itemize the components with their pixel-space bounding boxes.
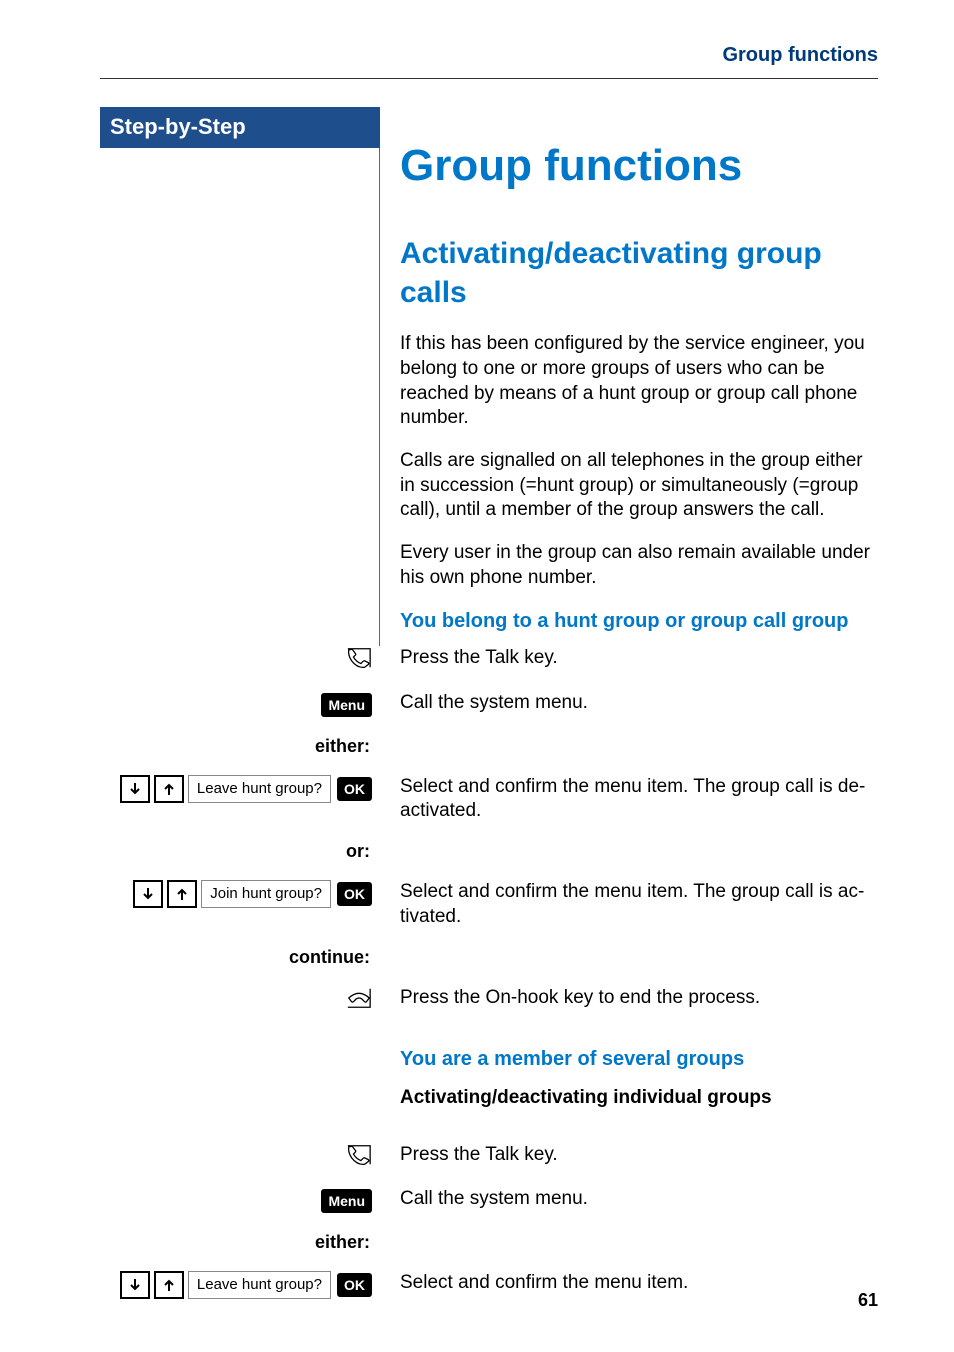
scroll-down-icon (133, 880, 163, 908)
branch-either-label: either: (315, 735, 372, 758)
running-header: Group functions (100, 42, 878, 68)
scroll-up-icon (167, 880, 197, 908)
menu-key: Menu (321, 693, 372, 717)
scroll-down-icon (120, 1271, 150, 1299)
step-text: Select and confirm the menu item. The gr… (380, 880, 878, 929)
display-option-leave: Leave hunt group? (188, 775, 331, 803)
step-by-step-banner: Step-by-Step (100, 107, 380, 148)
step-text: Call the system menu. (380, 691, 878, 716)
step-text: Press the Talk key. (380, 1143, 878, 1168)
subsection-title-1: You belong to a hunt group or group call… (400, 608, 878, 634)
scroll-up-icon (154, 775, 184, 803)
ok-key: OK (337, 1273, 372, 1297)
chapter-title: Group functions (400, 137, 878, 194)
scroll-up-icon (154, 1271, 184, 1299)
ok-key: OK (337, 777, 372, 801)
display-option-join: Join hunt group? (201, 880, 331, 908)
display-option-leave: Leave hunt group? (188, 1271, 331, 1299)
step-text: Select and confirm the menu item. The gr… (380, 775, 878, 824)
step-text: Press the Talk key. (380, 646, 878, 671)
step-text: Press the On-hook key to end the process… (380, 986, 878, 1011)
subsubsection-title: Activating/deactivating individual group… (400, 1086, 878, 1111)
ok-key: OK (337, 882, 372, 906)
header-rule (100, 78, 878, 79)
subsection-title-2: You are a member of several groups (400, 1046, 878, 1072)
branch-either-label: either: (315, 1231, 372, 1254)
step-text: Select and confirm the menu item. (380, 1271, 878, 1296)
talk-key-icon (346, 646, 372, 676)
onhook-key-icon (346, 986, 372, 1016)
intro-paragraph-1: If this has been configured by the servi… (400, 332, 878, 431)
talk-key-icon (346, 1143, 372, 1173)
intro-paragraph-3: Every user in the group can also remain … (400, 541, 878, 590)
intro-paragraph-2: Calls are signalled on all telephones in… (400, 449, 878, 523)
branch-or-label: or: (346, 840, 372, 863)
section-title: Activating/deactivating group calls (400, 234, 878, 312)
step-text: Call the system menu. (380, 1187, 878, 1212)
branch-continue-label: continue: (289, 946, 372, 969)
page-number: 61 (858, 1289, 878, 1312)
scroll-down-icon (120, 775, 150, 803)
menu-key: Menu (321, 1189, 372, 1213)
